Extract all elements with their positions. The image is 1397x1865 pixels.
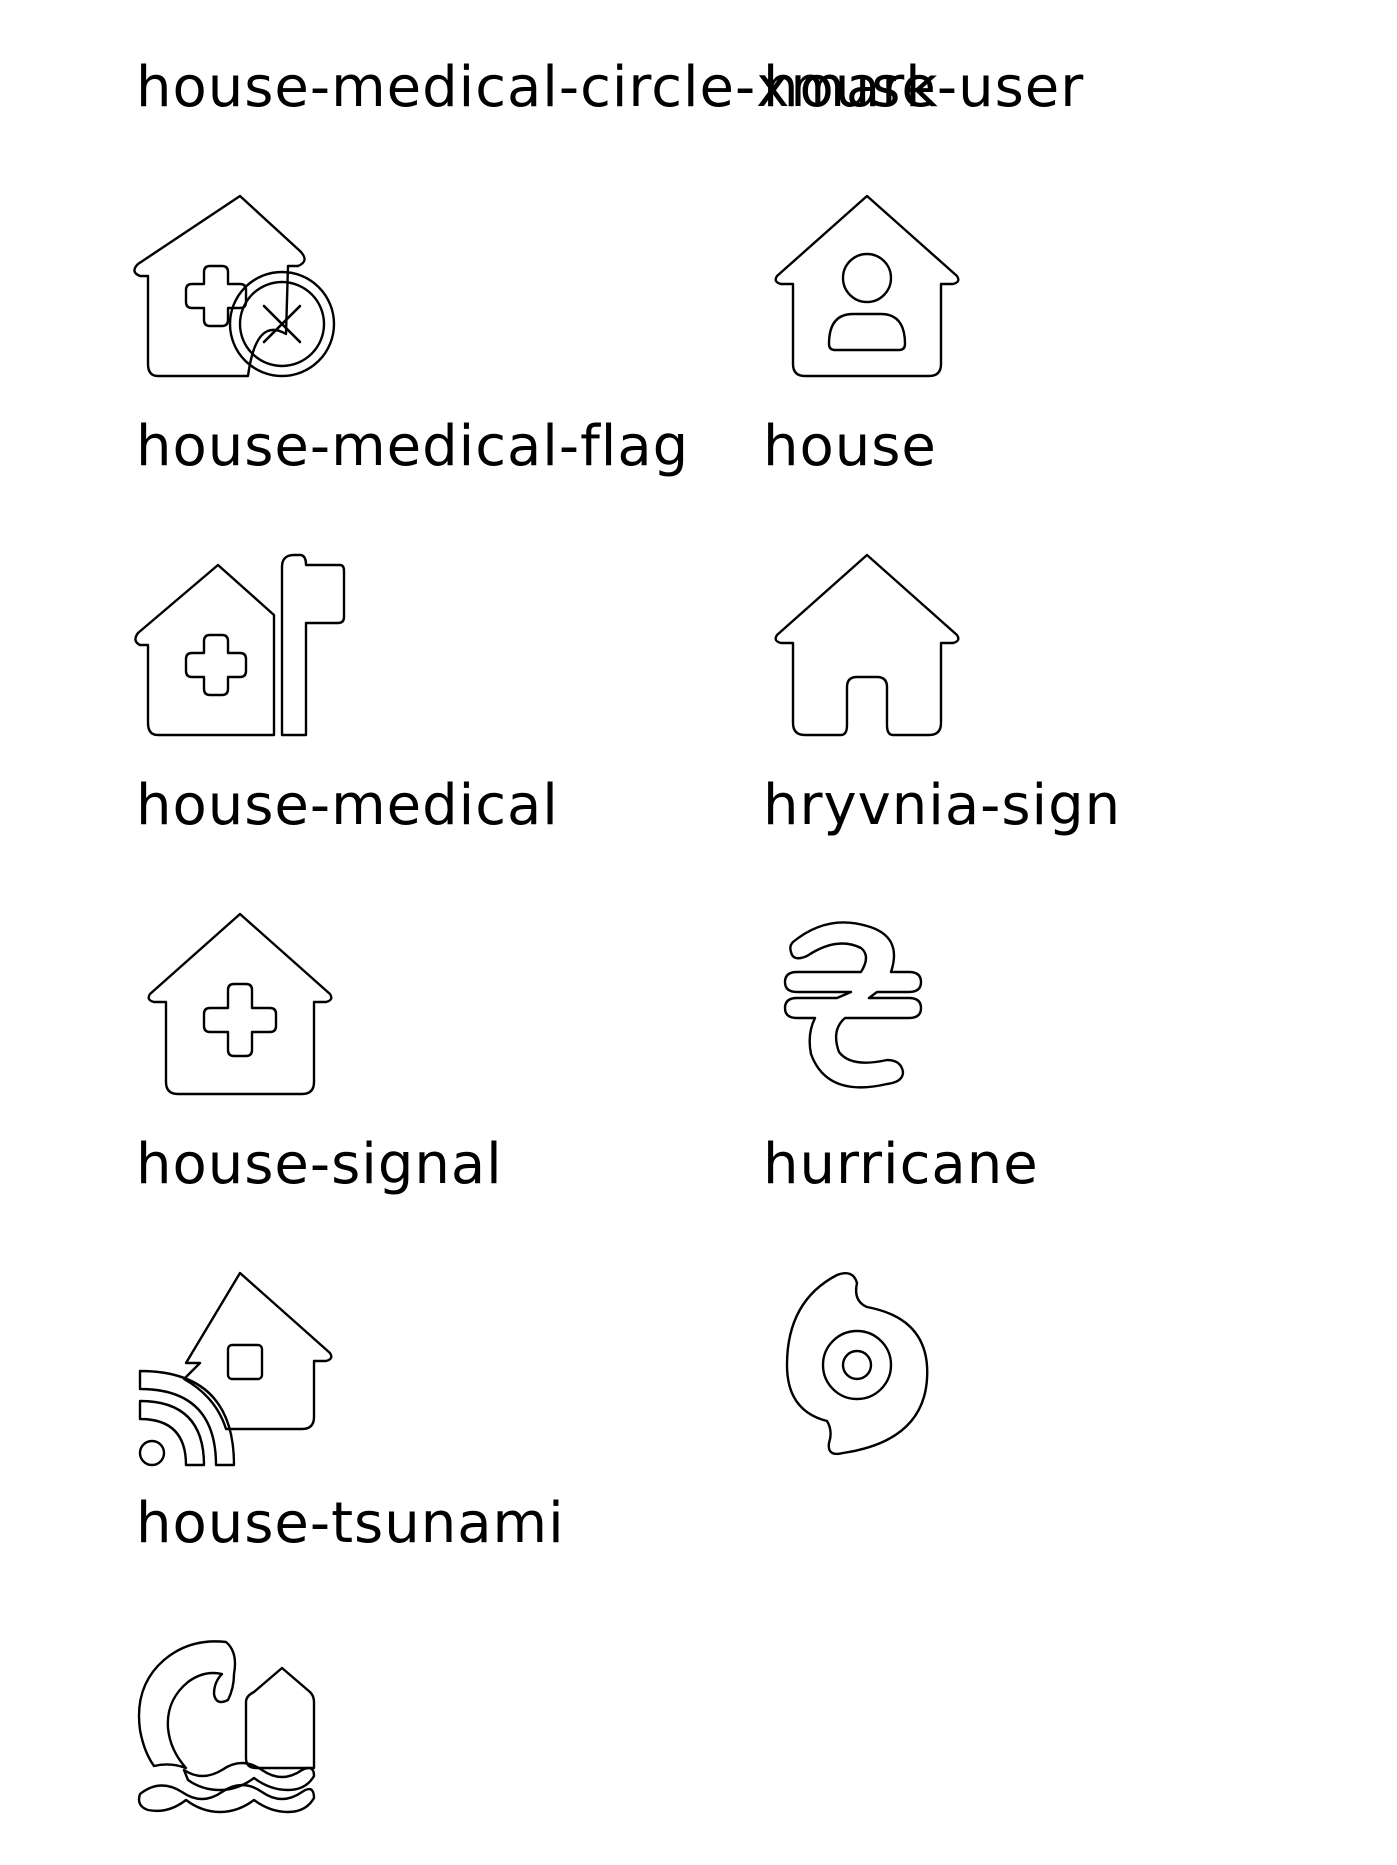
- icon-label: hurricane: [763, 1132, 1039, 1197]
- hurricane-icon: [757, 1271, 977, 1471]
- icon-cell-house-user: house-user: [763, 34, 1397, 394]
- icon-cell-house-medical: house-medical: [136, 752, 776, 1112]
- icon-label: house: [763, 414, 937, 479]
- icon-cell-hurricane: hurricane: [763, 1111, 1397, 1471]
- icon-label: hryvnia-sign: [763, 773, 1122, 838]
- icon-cell-house-signal: house-signal: [136, 1111, 776, 1471]
- house-medical-icon: [130, 912, 350, 1112]
- hryvnia-sign-icon: [757, 912, 977, 1112]
- icon-cell-house: house: [763, 393, 1397, 753]
- icon-label: house-medical-flag: [136, 414, 690, 479]
- house-user-icon: [757, 194, 977, 394]
- house-icon: [757, 553, 977, 753]
- icon-cell-house-medical-flag: house-medical-flag: [134, 393, 776, 753]
- icon-label: house-tsunami: [136, 1491, 565, 1556]
- house-signal-icon: [130, 1271, 350, 1471]
- house-medical-flag-icon: [130, 553, 350, 753]
- icon-cell-hryvnia-sign: hryvnia-sign: [763, 752, 1397, 1112]
- house-tsunami-icon: [130, 1630, 350, 1830]
- icon-cell-house-medical-circle-xmark: house-medical-circle-xmark: [133, 34, 938, 394]
- icon-cell-house-tsunami: house-tsunami: [136, 1470, 776, 1830]
- icon-label: house-medical: [136, 773, 559, 838]
- house-medical-circle-xmark-icon: [130, 194, 350, 394]
- icon-label: house-user: [763, 55, 1085, 120]
- icon-label: house-signal: [136, 1132, 503, 1197]
